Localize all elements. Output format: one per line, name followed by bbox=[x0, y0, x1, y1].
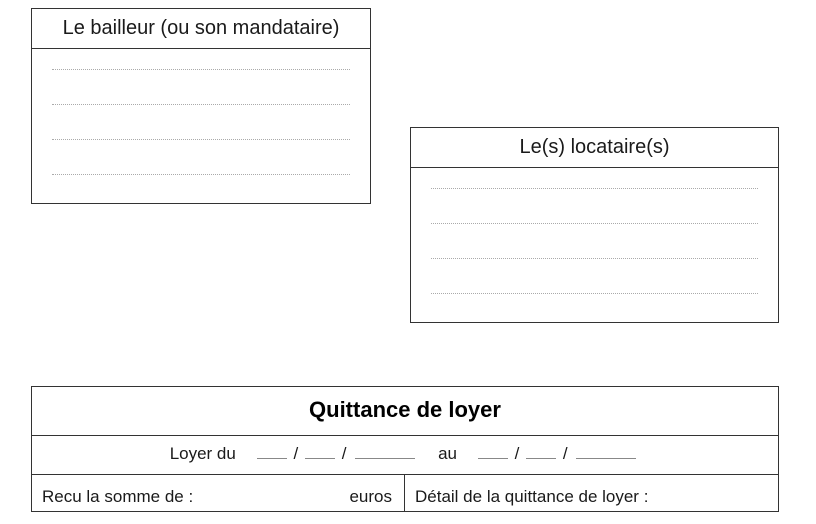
bailleur-line[interactable] bbox=[52, 174, 350, 175]
date-prefix: Loyer du bbox=[170, 444, 236, 463]
locataire-line[interactable] bbox=[431, 188, 758, 189]
date-year-to[interactable] bbox=[576, 458, 636, 459]
detail-left-cell: Recu la somme de : euros bbox=[32, 475, 405, 511]
bailleur-line[interactable] bbox=[52, 69, 350, 70]
bailleur-line[interactable] bbox=[52, 139, 350, 140]
date-month-to[interactable] bbox=[526, 458, 556, 459]
quittance-box: Quittance de loyer Loyer du / / au / / R… bbox=[31, 386, 779, 512]
date-day-to[interactable] bbox=[478, 458, 508, 459]
locataire-line[interactable] bbox=[431, 258, 758, 259]
detail-right-cell: Détail de la quittance de loyer : bbox=[405, 475, 778, 511]
date-slash: / bbox=[515, 444, 520, 463]
date-day-from[interactable] bbox=[257, 458, 287, 459]
detail-right-label: Détail de la quittance de loyer : bbox=[415, 487, 648, 506]
date-slash: / bbox=[563, 444, 568, 463]
bailleur-body bbox=[32, 49, 370, 203]
locataire-body bbox=[411, 168, 778, 322]
amount-label: Recu la somme de : bbox=[42, 487, 193, 507]
date-slash: / bbox=[294, 444, 299, 463]
quittance-detail-row: Recu la somme de : euros Détail de la qu… bbox=[32, 475, 778, 511]
date-mid: au bbox=[438, 444, 457, 463]
locataire-header: Le(s) locataire(s) bbox=[411, 128, 778, 168]
bailleur-box: Le bailleur (ou son mandataire) bbox=[31, 8, 371, 204]
locataire-line[interactable] bbox=[431, 293, 758, 294]
quittance-date-row: Loyer du / / au / / bbox=[32, 436, 778, 475]
bailleur-header: Le bailleur (ou son mandataire) bbox=[32, 9, 370, 49]
date-month-from[interactable] bbox=[305, 458, 335, 459]
amount-unit: euros bbox=[349, 487, 392, 507]
bailleur-line[interactable] bbox=[52, 104, 350, 105]
locataire-line[interactable] bbox=[431, 223, 758, 224]
quittance-title: Quittance de loyer bbox=[32, 387, 778, 436]
date-slash: / bbox=[342, 444, 347, 463]
locataire-box: Le(s) locataire(s) bbox=[410, 127, 779, 323]
date-year-from[interactable] bbox=[355, 458, 415, 459]
